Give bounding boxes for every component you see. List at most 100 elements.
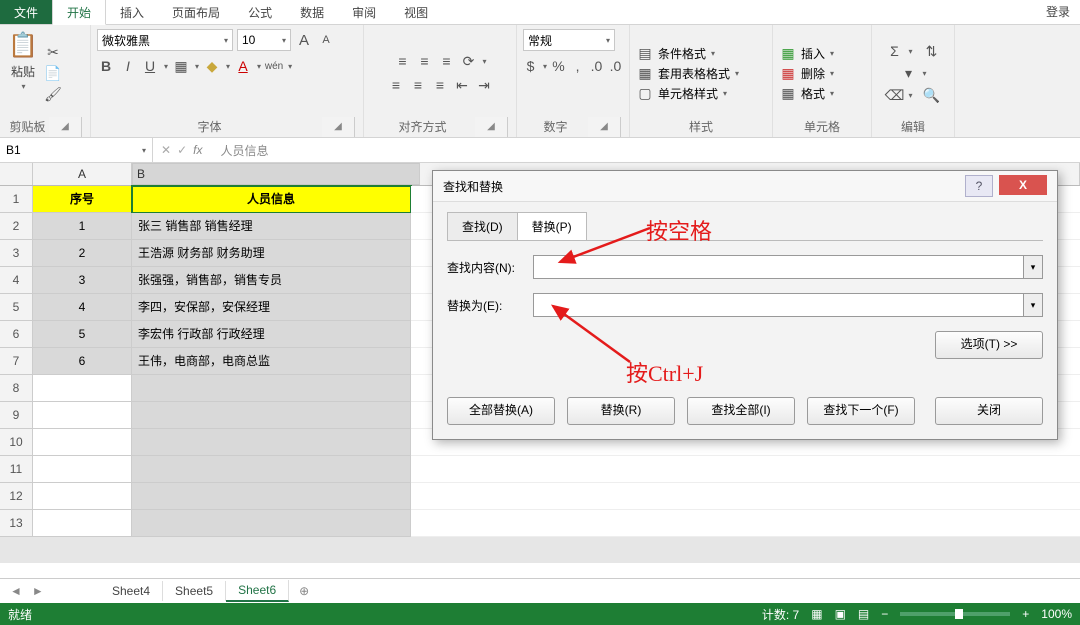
- dropdown-icon[interactable]: ▾: [1023, 256, 1042, 278]
- dialog-help-button[interactable]: ?: [965, 175, 993, 197]
- dialog-launcher-icon[interactable]: ◢: [322, 117, 355, 137]
- italic-button[interactable]: I: [119, 57, 137, 75]
- dialog-tab-find[interactable]: 查找(D): [447, 212, 518, 240]
- dialog-tab-replace[interactable]: 替换(P): [517, 212, 587, 240]
- find-all-button[interactable]: 查找全部(I): [687, 397, 795, 425]
- tab-view[interactable]: 视图: [390, 0, 442, 24]
- cell[interactable]: [33, 402, 132, 429]
- find-input[interactable]: ▾: [533, 255, 1043, 279]
- insert-cells-button[interactable]: ▦插入▾: [779, 44, 865, 62]
- currency-icon[interactable]: $: [523, 57, 538, 75]
- cell[interactable]: 张强强，销售部，销售专员: [132, 267, 411, 294]
- find-next-button[interactable]: 查找下一个(F): [807, 397, 915, 425]
- format-cells-button[interactable]: ▦格式▾: [779, 84, 865, 102]
- view-break-icon[interactable]: ▤: [858, 607, 869, 621]
- formula-bar-input[interactable]: 人员信息: [210, 142, 268, 159]
- align-center-icon[interactable]: ≡: [409, 76, 427, 94]
- clear-icon[interactable]: ⌫: [885, 86, 903, 104]
- tab-file[interactable]: 文件: [0, 0, 52, 24]
- cell[interactable]: 张三 销售部 销售经理: [132, 213, 411, 240]
- format-table-button[interactable]: ▦套用表格格式▾: [636, 64, 766, 82]
- row-header[interactable]: 5: [0, 294, 33, 321]
- cell[interactable]: [33, 429, 132, 456]
- cell[interactable]: 3: [33, 267, 132, 294]
- orientation-icon[interactable]: ⟳: [459, 52, 477, 70]
- view-layout-icon[interactable]: ▣: [835, 607, 846, 621]
- align-middle-icon[interactable]: ≡: [415, 52, 433, 70]
- tab-home[interactable]: 开始: [52, 0, 106, 25]
- replace-input[interactable]: ▾: [533, 293, 1043, 317]
- cell[interactable]: [33, 510, 132, 537]
- cell[interactable]: 2: [33, 240, 132, 267]
- cell[interactable]: [33, 483, 132, 510]
- cell[interactable]: 序号: [33, 186, 132, 213]
- zoom-out-icon[interactable]: −: [881, 607, 888, 621]
- fx-icon[interactable]: fx: [193, 143, 202, 157]
- tab-data[interactable]: 数据: [286, 0, 338, 24]
- cell[interactable]: 王伟，电商部，电商总监: [132, 348, 411, 375]
- border-icon[interactable]: ▦: [172, 57, 190, 75]
- indent-increase-icon[interactable]: ⇥: [475, 76, 493, 94]
- cell[interactable]: [132, 402, 411, 429]
- row-header[interactable]: 6: [0, 321, 33, 348]
- format-painter-icon[interactable]: 🖌: [44, 85, 62, 103]
- col-header-a[interactable]: A: [33, 163, 132, 185]
- tab-formula[interactable]: 公式: [234, 0, 286, 24]
- row-header[interactable]: 11: [0, 456, 33, 483]
- font-color-icon[interactable]: A: [234, 57, 252, 75]
- fill-color-icon[interactable]: ◆: [203, 57, 221, 75]
- cell[interactable]: [33, 456, 132, 483]
- row-header[interactable]: 7: [0, 348, 33, 375]
- cell[interactable]: [132, 483, 411, 510]
- row-header[interactable]: 10: [0, 429, 33, 456]
- row-header[interactable]: 3: [0, 240, 33, 267]
- sheet-tab[interactable]: Sheet6: [226, 580, 289, 602]
- align-bottom-icon[interactable]: ≡: [437, 52, 455, 70]
- sheet-nav-prev-icon[interactable]: ◄: [10, 584, 22, 598]
- cell[interactable]: [132, 429, 411, 456]
- find-icon[interactable]: 🔍: [923, 86, 941, 104]
- cell[interactable]: 1: [33, 213, 132, 240]
- row-header[interactable]: 4: [0, 267, 33, 294]
- conditional-format-button[interactable]: ▤条件格式▾: [636, 44, 766, 62]
- replace-all-button[interactable]: 全部替换(A): [447, 397, 555, 425]
- cell[interactable]: [132, 510, 411, 537]
- cell[interactable]: [33, 375, 132, 402]
- font-size-select[interactable]: 10▾: [237, 29, 291, 51]
- zoom-in-icon[interactable]: +: [1022, 607, 1029, 621]
- cell[interactable]: 6: [33, 348, 132, 375]
- sheet-tab[interactable]: Sheet5: [163, 581, 226, 601]
- cell[interactable]: 王浩源 财务部 财务助理: [132, 240, 411, 267]
- fill-icon[interactable]: ▾: [899, 64, 917, 82]
- row-header[interactable]: 1: [0, 186, 33, 213]
- cell[interactable]: 人员信息: [132, 186, 411, 213]
- tab-layout[interactable]: 页面布局: [158, 0, 234, 24]
- percent-icon[interactable]: %: [551, 57, 566, 75]
- cell-styles-button[interactable]: ▢单元格样式▾: [636, 84, 766, 102]
- dialog-launcher-icon[interactable]: ◢: [49, 117, 82, 137]
- cell[interactable]: 李宏伟 行政部 行政经理: [132, 321, 411, 348]
- paste-button[interactable]: 📋 粘贴 ▾: [6, 29, 40, 117]
- cell[interactable]: [132, 456, 411, 483]
- cancel-icon[interactable]: ✕: [161, 143, 171, 157]
- add-sheet-button[interactable]: ⊕: [289, 581, 319, 601]
- zoom-level[interactable]: 100%: [1041, 607, 1072, 621]
- sheet-nav-next-icon[interactable]: ►: [32, 584, 44, 598]
- dialog-launcher-icon[interactable]: ◢: [475, 117, 508, 137]
- decrease-font-icon[interactable]: A: [317, 31, 335, 49]
- phonetic-icon[interactable]: wén: [265, 57, 283, 75]
- indent-decrease-icon[interactable]: ⇤: [453, 76, 471, 94]
- increase-font-icon[interactable]: A: [295, 31, 313, 49]
- replace-button[interactable]: 替换(R): [567, 397, 675, 425]
- cell[interactable]: 5: [33, 321, 132, 348]
- copy-icon[interactable]: 📄: [44, 64, 62, 82]
- name-box[interactable]: B1▾: [0, 138, 153, 162]
- tab-review[interactable]: 审阅: [338, 0, 390, 24]
- autosum-icon[interactable]: Σ: [885, 42, 903, 60]
- options-button[interactable]: 选项(T) >>: [935, 331, 1043, 359]
- align-top-icon[interactable]: ≡: [393, 52, 411, 70]
- col-header-b[interactable]: B: [132, 163, 420, 185]
- dropdown-icon[interactable]: ▾: [1023, 294, 1042, 316]
- view-normal-icon[interactable]: ▦: [811, 607, 822, 621]
- enter-icon[interactable]: ✓: [177, 143, 187, 157]
